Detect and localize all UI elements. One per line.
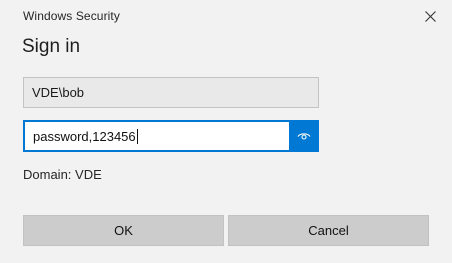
ok-button[interactable]: OK bbox=[23, 215, 224, 246]
window-title: Windows Security bbox=[23, 9, 120, 23]
close-button[interactable] bbox=[416, 4, 444, 28]
dialog-heading: Sign in bbox=[22, 36, 81, 57]
username-value: VDE\bob bbox=[32, 85, 85, 100]
reveal-password-button[interactable] bbox=[289, 120, 319, 152]
eye-icon bbox=[297, 133, 311, 140]
password-value: password,123456 bbox=[33, 128, 136, 144]
cancel-button[interactable]: Cancel bbox=[228, 215, 429, 246]
username-field[interactable]: VDE\bob bbox=[23, 77, 319, 108]
close-icon bbox=[424, 10, 436, 22]
domain-label: Domain: VDE bbox=[23, 167, 102, 182]
ok-button-label: OK bbox=[114, 223, 133, 238]
sign-in-dialog: Windows Security Sign in VDE\bob passwor… bbox=[0, 0, 452, 263]
password-field[interactable]: password,123456 bbox=[23, 120, 289, 152]
cancel-button-label: Cancel bbox=[308, 223, 349, 238]
text-caret bbox=[136, 128, 138, 144]
